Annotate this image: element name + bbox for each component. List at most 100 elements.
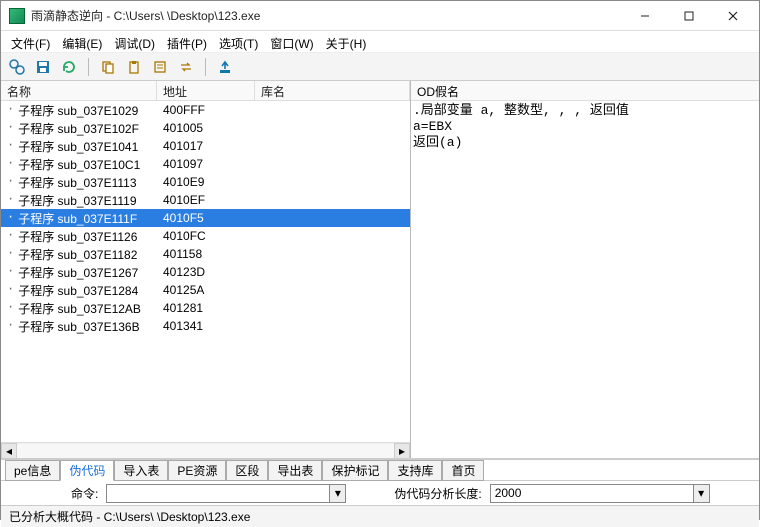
cell-addr: 401341 (157, 319, 255, 333)
table-row[interactable]: ·子程序 sub_037E102F401005 (1, 119, 410, 137)
export-icon[interactable] (215, 57, 235, 77)
toolbar (1, 53, 759, 81)
row-name: 子程序 sub_037E10C1 (18, 156, 140, 173)
pseudocode-pane: OD假名 .局部变量 a, 整数型, , , 返回值 a=EBX 返回(a) (411, 81, 759, 458)
tab[interactable]: 区段 (226, 460, 268, 481)
row-name: 子程序 sub_037E1267 (18, 264, 138, 281)
scroll-track[interactable] (17, 444, 394, 458)
column-name[interactable]: 名称 (1, 81, 157, 100)
chevron-down-icon[interactable]: ▾ (693, 485, 709, 502)
cell-name: ·子程序 sub_037E1267 (1, 264, 157, 281)
window-title: 雨滴静态逆向 - C:\Users\ \Desktop\123.exe (31, 7, 623, 24)
tab[interactable]: 支持库 (388, 460, 442, 481)
tree-handle-icon: · (7, 156, 14, 173)
table-row[interactable]: ·子程序 sub_037E1182401158 (1, 245, 410, 263)
tab[interactable]: PE资源 (168, 460, 226, 481)
table-row[interactable]: ·子程序 sub_037E128440125A (1, 281, 410, 299)
tree-handle-icon: · (7, 210, 14, 227)
tab[interactable]: 导入表 (114, 460, 168, 481)
bottom-tabs: pe信息伪代码导入表PE资源区段导出表保护标记支持库首页 (1, 459, 759, 481)
refresh-icon[interactable] (59, 57, 79, 77)
cell-name: ·子程序 sub_037E1182 (1, 246, 157, 263)
row-name: 子程序 sub_037E12AB (18, 300, 141, 317)
tree-handle-icon: · (7, 138, 14, 155)
workarea: 名称 地址 库名 ·子程序 sub_037E1029400FFF·子程序 sub… (1, 81, 759, 459)
maximize-button[interactable] (667, 2, 711, 30)
row-name: 子程序 sub_037E1029 (18, 102, 138, 119)
row-name: 子程序 sub_037E1113 (18, 174, 136, 191)
note-icon[interactable] (150, 57, 170, 77)
minimize-button[interactable] (623, 2, 667, 30)
menubar: 文件(F)编辑(E)调试(D)插件(P)选项(T)窗口(W)关于(H) (1, 31, 759, 53)
cell-name: ·子程序 sub_037E1284 (1, 282, 157, 299)
tree-handle-icon: · (7, 246, 14, 263)
close-button[interactable] (711, 2, 755, 30)
cell-name: ·子程序 sub_037E1126 (1, 228, 157, 245)
toolbar-separator (205, 58, 206, 76)
chevron-down-icon[interactable]: ▾ (329, 485, 345, 502)
table-row[interactable]: ·子程序 sub_037E11194010EF (1, 191, 410, 209)
cell-name: ·子程序 sub_037E111F (1, 210, 157, 227)
tab[interactable]: 保护标记 (322, 460, 388, 481)
table-row[interactable]: ·子程序 sub_037E136B401341 (1, 317, 410, 335)
cell-name: ·子程序 sub_037E1119 (1, 192, 157, 209)
table-row[interactable]: ·子程序 sub_037E1029400FFF (1, 101, 410, 119)
horizontal-scrollbar[interactable]: ◂ ▸ (1, 442, 410, 458)
scroll-right-icon[interactable]: ▸ (394, 443, 410, 459)
table-row[interactable]: ·子程序 sub_037E1041 401017 (1, 137, 410, 155)
menu-item[interactable]: 插件(P) (161, 33, 213, 54)
right-header: OD假名 (411, 81, 759, 101)
menu-item[interactable]: 文件(F) (5, 33, 56, 54)
command-combo[interactable]: ▾ (106, 484, 346, 503)
command-input[interactable] (107, 486, 329, 500)
table-row[interactable]: ·子程序 sub_037E111F4010F5 (1, 209, 410, 227)
cell-addr: 401017 (157, 139, 255, 153)
tree-handle-icon: · (7, 264, 14, 281)
menu-item[interactable]: 窗口(W) (264, 33, 319, 54)
titlebar: 雨滴静态逆向 - C:\Users\ \Desktop\123.exe (1, 1, 759, 31)
app-icon (9, 8, 25, 24)
pseudocode-text[interactable]: .局部变量 a, 整数型, , , 返回值 a=EBX 返回(a) (411, 101, 759, 458)
subroutine-list-pane: 名称 地址 库名 ·子程序 sub_037E1029400FFF·子程序 sub… (1, 81, 411, 458)
cell-addr: 401158 (157, 247, 255, 261)
row-name: 子程序 sub_037E1284 (18, 282, 138, 299)
menu-item[interactable]: 编辑(E) (56, 33, 108, 54)
table-row[interactable]: ·子程序 sub_037E12AB401281 (1, 299, 410, 317)
save-icon[interactable] (33, 57, 53, 77)
table-row[interactable]: ·子程序 sub_037E126740123D (1, 263, 410, 281)
row-name: 子程序 sub_037E1041 (18, 138, 138, 155)
column-lib[interactable]: 库名 (255, 81, 410, 100)
length-input[interactable] (491, 486, 693, 500)
table-row[interactable]: ·子程序 sub_037E11134010E9 (1, 173, 410, 191)
grid-header: 名称 地址 库名 (1, 81, 410, 101)
command-label: 命令: (71, 485, 98, 502)
menu-item[interactable]: 调试(D) (108, 33, 161, 54)
menu-item[interactable]: 关于(H) (320, 33, 373, 54)
toolbar-separator (88, 58, 89, 76)
tree-handle-icon: · (7, 282, 14, 299)
swap-icon[interactable] (176, 57, 196, 77)
tab[interactable]: 导出表 (268, 460, 322, 481)
tree-handle-icon: · (7, 174, 14, 191)
column-addr[interactable]: 地址 (157, 81, 255, 100)
table-row[interactable]: ·子程序 sub_037E10C1401097 (1, 155, 410, 173)
cell-name: ·子程序 sub_037E10C1 (1, 156, 157, 173)
cell-addr: 4010F5 (157, 211, 255, 225)
scroll-left-icon[interactable]: ◂ (1, 443, 17, 459)
tab[interactable]: 首页 (442, 460, 484, 481)
tab[interactable]: 伪代码 (60, 460, 114, 481)
statusbar: 已分析大概代码 - C:\Users\ \Desktop\123.exe (1, 505, 759, 527)
tab[interactable]: pe信息 (5, 460, 60, 481)
cell-name: ·子程序 sub_037E1113 (1, 174, 157, 191)
cell-addr: 401097 (157, 157, 255, 171)
table-row[interactable]: ·子程序 sub_037E11264010FC (1, 227, 410, 245)
grid-body[interactable]: ·子程序 sub_037E1029400FFF·子程序 sub_037E102F… (1, 101, 410, 442)
length-combo[interactable]: ▾ (490, 484, 710, 503)
row-name: 子程序 sub_037E1182 (18, 246, 137, 263)
cell-addr: 4010EF (157, 193, 255, 207)
copy-icon[interactable] (98, 57, 118, 77)
cfg-icon[interactable] (7, 57, 27, 77)
column-odalias[interactable]: OD假名 (411, 81, 465, 100)
menu-item[interactable]: 选项(T) (213, 33, 264, 54)
paste-icon[interactable] (124, 57, 144, 77)
